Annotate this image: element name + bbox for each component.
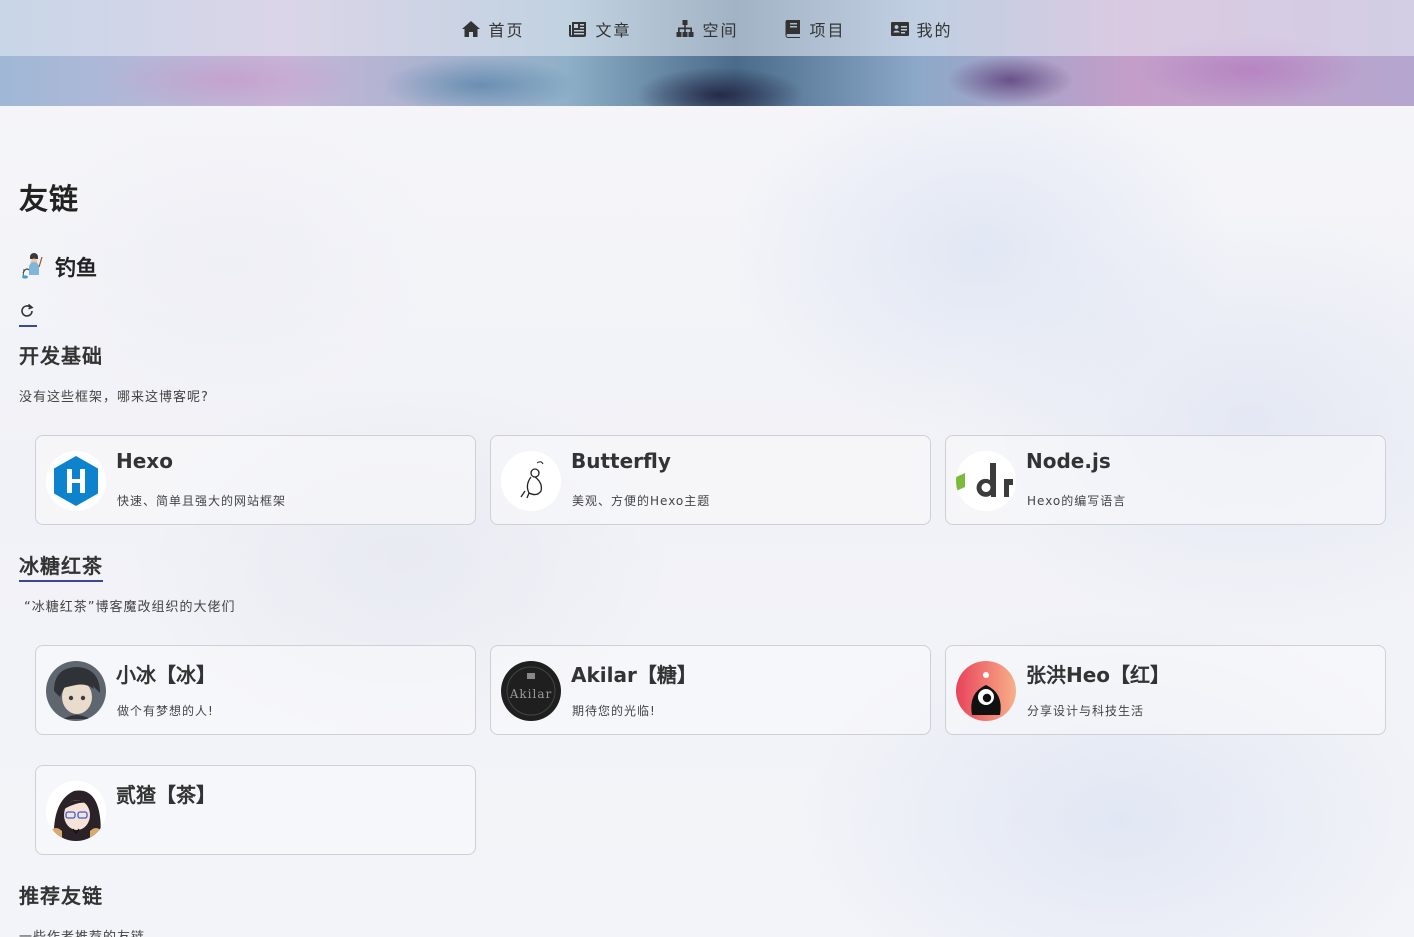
section-title-dev: 开发基础 (19, 344, 103, 368)
nav-me-label: 我的 (916, 21, 953, 40)
friend-link-card[interactable]: 小冰【冰】 做个有梦想的人! (35, 645, 476, 735)
section-desc-recommended: 一些作者推荐的友链 (19, 926, 145, 937)
home-icon (462, 21, 481, 37)
butterfly-avatar (501, 451, 561, 511)
friend-link-card[interactable]: Akilar Akilar【糖】 期待您的光临! (490, 645, 931, 735)
person-fishing-icon (22, 253, 43, 279)
book-icon (784, 20, 800, 38)
section-desc-bingtang: “冰糖红茶”博客魔改组织的大佬们 (24, 600, 236, 615)
friend-link-card[interactable]: 贰猹【茶】 (35, 765, 476, 855)
ercha-avatar (46, 781, 106, 841)
top-navbar: 首页 文章 空间 项目 我的 (0, 0, 1414, 56)
nav-projects[interactable]: 项目 (783, 15, 846, 41)
nodejs-logo (956, 451, 1016, 511)
nav-articles-label: 文章 (595, 21, 632, 40)
nav-projects-label: 项目 (809, 21, 846, 40)
svg-text:Akilar: Akilar (509, 687, 553, 701)
friend-link-card[interactable]: 张洪Heo【红】 分享设计与科技生活 (945, 645, 1386, 735)
nav-articles[interactable]: 文章 (568, 15, 631, 41)
hexo-logo (46, 451, 106, 511)
link-name: Hexo (116, 449, 173, 473)
refresh-icon (21, 303, 34, 317)
newspaper-icon (569, 22, 587, 37)
link-desc: 做个有梦想的人! (117, 704, 214, 718)
link-desc: 分享设计与科技生活 (1027, 704, 1145, 718)
friend-link-card[interactable]: Hexo 快速、简单且强大的网站框架 (35, 435, 476, 525)
link-desc: Hexo的编写语言 (1027, 494, 1127, 508)
nav-me[interactable]: 我的 (890, 15, 953, 41)
nav-home-label: 首页 (488, 21, 525, 40)
fishing-label: 钓鱼 (55, 256, 97, 280)
nav-space-label: 空间 (702, 21, 739, 40)
refresh-button[interactable] (19, 303, 37, 327)
nav-space[interactable]: 空间 (675, 15, 738, 41)
link-name: 小冰【冰】 (116, 663, 216, 687)
link-name: 张洪Heo【红】 (1026, 663, 1171, 687)
section-title-recommended: 推荐友链 (19, 884, 103, 908)
akilar-avatar: Akilar (501, 661, 561, 721)
link-name: Butterfly (571, 449, 671, 473)
heo-avatar (956, 661, 1016, 721)
friend-link-card[interactable]: Butterfly 美观、方便的Hexo主题 (490, 435, 931, 525)
section-desc-dev: 没有这些框架，哪来这博客呢? (19, 390, 209, 405)
link-name: Node.js (1026, 449, 1111, 473)
link-desc: 快速、简单且强大的网站框架 (117, 494, 287, 508)
xiaobing-avatar (46, 661, 106, 721)
id-card-icon (890, 22, 909, 36)
fishing-heading: 钓鱼 (19, 252, 97, 282)
link-desc: 美观、方便的Hexo主题 (572, 494, 711, 508)
nav-home[interactable]: 首页 (461, 15, 524, 41)
link-name: 贰猹【茶】 (116, 783, 216, 807)
link-name: Akilar【糖】 (571, 663, 697, 687)
page-title: 友链 (19, 182, 80, 216)
sitemap-icon (676, 20, 694, 37)
section-title-bingtang[interactable]: 冰糖红茶 (19, 550, 103, 582)
friend-link-card[interactable]: Node.js Hexo的编写语言 (945, 435, 1386, 525)
link-desc: 期待您的光临! (572, 704, 656, 718)
